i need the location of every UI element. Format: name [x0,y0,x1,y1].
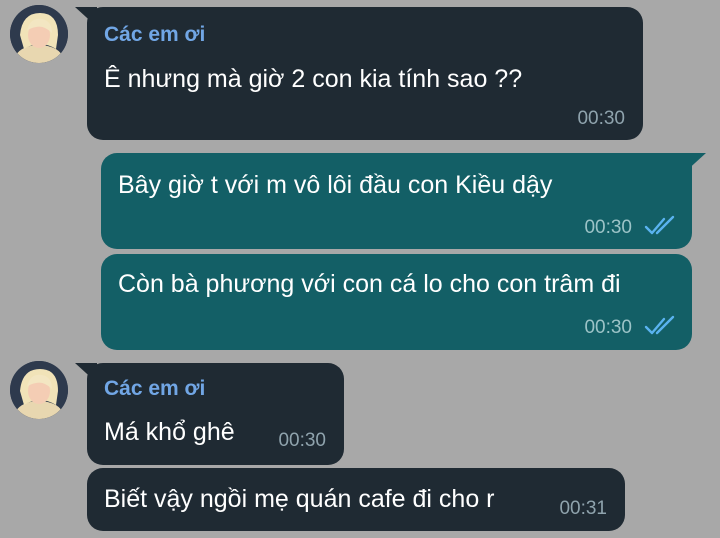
double-check-icon [644,315,675,335]
message-time: 00:31 [559,498,607,519]
message-text: Má khổ ghê [104,418,235,446]
bubble-tail [684,153,706,173]
message-text: Ê nhưng mà giờ 2 con kia tính sao ?? [104,65,523,93]
message-time: 00:30 [278,430,326,451]
bubble-tail [75,7,97,27]
message-time: 00:30 [577,108,625,129]
sender-avatar[interactable] [10,5,68,63]
double-check-icon [644,215,675,235]
message-time: 00:30 [584,317,632,338]
bubble-tail [75,363,97,383]
message-bubble-outgoing[interactable]: Còn bà phương với con cá lo cho con trâm… [101,254,692,350]
message-bubble-incoming[interactable]: Biết vậy ngồi mẹ quán cafe đi cho r 00:3… [87,468,625,531]
message-bubble-outgoing[interactable]: Bây giờ t với m vô lôi đầu con Kiều dậy … [101,153,706,249]
message-text: Bây giờ t với m vô lôi đầu con Kiều dậy [118,171,553,199]
message-bubble-incoming[interactable]: Các em ơi Má khổ ghê 00:30 [75,363,344,465]
sender-name[interactable]: Các em ơi [104,23,205,47]
message-bubble-incoming[interactable]: Các em ơi Ê nhưng mà giờ 2 con kia tính … [75,7,643,140]
sender-avatar[interactable] [10,361,68,419]
message-text: Biết vậy ngồi mẹ quán cafe đi cho r [104,485,495,513]
sender-name[interactable]: Các em ơi [104,377,205,401]
message-text: Còn bà phương với con cá lo cho con trâm… [118,270,621,298]
message-time: 00:30 [584,217,632,238]
